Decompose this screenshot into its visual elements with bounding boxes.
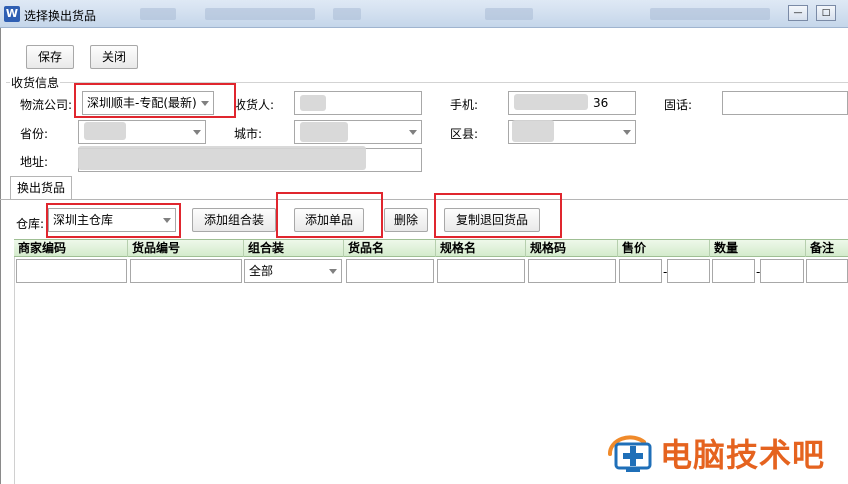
column-header[interactable]: 组合装 — [244, 240, 344, 257]
filter-remark-input[interactable] — [806, 259, 848, 283]
filter-price-max-input[interactable] — [667, 259, 710, 283]
column-header[interactable]: 规格名 — [436, 240, 526, 257]
title-blur — [333, 8, 361, 20]
province-label: 省份: — [20, 127, 49, 141]
highlight-logistics — [74, 83, 236, 118]
phone-label: 手机: — [450, 98, 479, 112]
filter-spec-name-input[interactable] — [437, 259, 525, 283]
column-header[interactable]: 售价 — [618, 240, 710, 257]
filter-combo-value: 全部 — [249, 264, 274, 278]
title-blur — [205, 8, 315, 20]
save-button[interactable]: 保存 — [26, 45, 74, 69]
maximize-icon[interactable]: □ — [816, 5, 836, 21]
highlight-copy-return — [434, 193, 562, 238]
filter-combo-select[interactable]: 全部 — [244, 259, 342, 283]
title-blur — [485, 8, 533, 20]
column-header[interactable]: 货品编号 — [128, 240, 244, 257]
filter-spec-code-input[interactable] — [528, 259, 616, 283]
computer-medic-icon — [608, 435, 652, 472]
minimize-icon[interactable]: — — [788, 5, 808, 21]
redacted-blur — [78, 146, 366, 170]
grid-left-border — [14, 239, 15, 484]
landline-label: 固话: — [664, 98, 693, 112]
column-header[interactable]: 数量 — [710, 240, 806, 257]
landline-input[interactable] — [722, 91, 848, 115]
filter-goods-no-input[interactable] — [130, 259, 242, 283]
close-button[interactable]: 关闭 — [90, 45, 138, 69]
add-combo-button[interactable]: 添加组合装 — [192, 208, 276, 232]
filter-merchant-code-input[interactable] — [16, 259, 127, 283]
column-header[interactable]: 商家编码 — [14, 240, 128, 257]
filter-price-min-input[interactable] — [619, 259, 662, 283]
chevron-down-icon — [623, 130, 631, 135]
highlight-add-single — [276, 192, 383, 238]
redacted-blur — [514, 94, 588, 110]
city-label: 城市: — [234, 127, 263, 141]
chevron-down-icon — [409, 130, 417, 135]
app-logo-icon: W — [4, 6, 20, 22]
watermark-text: 电脑技术吧 — [660, 436, 826, 474]
title-blur — [650, 8, 770, 20]
chevron-down-icon — [193, 130, 201, 135]
tab-exchange-out-goods[interactable]: 换出货品 — [10, 176, 72, 200]
title-blur — [140, 8, 176, 20]
delete-button[interactable]: 删除 — [384, 208, 428, 232]
filter-qty-max-input[interactable] — [760, 259, 804, 283]
chevron-down-icon — [329, 269, 337, 274]
column-header[interactable]: 货品名 — [344, 240, 436, 257]
redacted-blur — [300, 122, 348, 142]
column-header[interactable]: 规格码 — [526, 240, 618, 257]
grid-header: 商家编码 货品编号 组合装 货品名 规格名 规格码 售价 数量 备注 — [14, 239, 848, 257]
receiver-label: 收货人: — [234, 98, 275, 112]
redacted-blur — [300, 95, 326, 111]
redacted-blur — [512, 120, 554, 142]
filter-goods-name-input[interactable] — [346, 259, 434, 283]
logistics-label: 物流公司: — [20, 98, 73, 112]
highlight-warehouse — [46, 203, 181, 238]
title-bar: W 选择换出货品 — □ — [0, 0, 848, 28]
filter-qty-min-input[interactable] — [712, 259, 755, 283]
receive-info-group-label: 收货信息 — [10, 74, 61, 91]
column-header[interactable]: 备注 — [806, 240, 848, 257]
tab-divider — [0, 199, 848, 200]
address-label: 地址: — [20, 155, 49, 169]
district-label: 区县: — [450, 127, 479, 141]
redacted-blur — [84, 122, 126, 140]
window-title: 选择换出货品 — [24, 9, 97, 23]
warehouse-label: 仓库: — [16, 217, 45, 231]
